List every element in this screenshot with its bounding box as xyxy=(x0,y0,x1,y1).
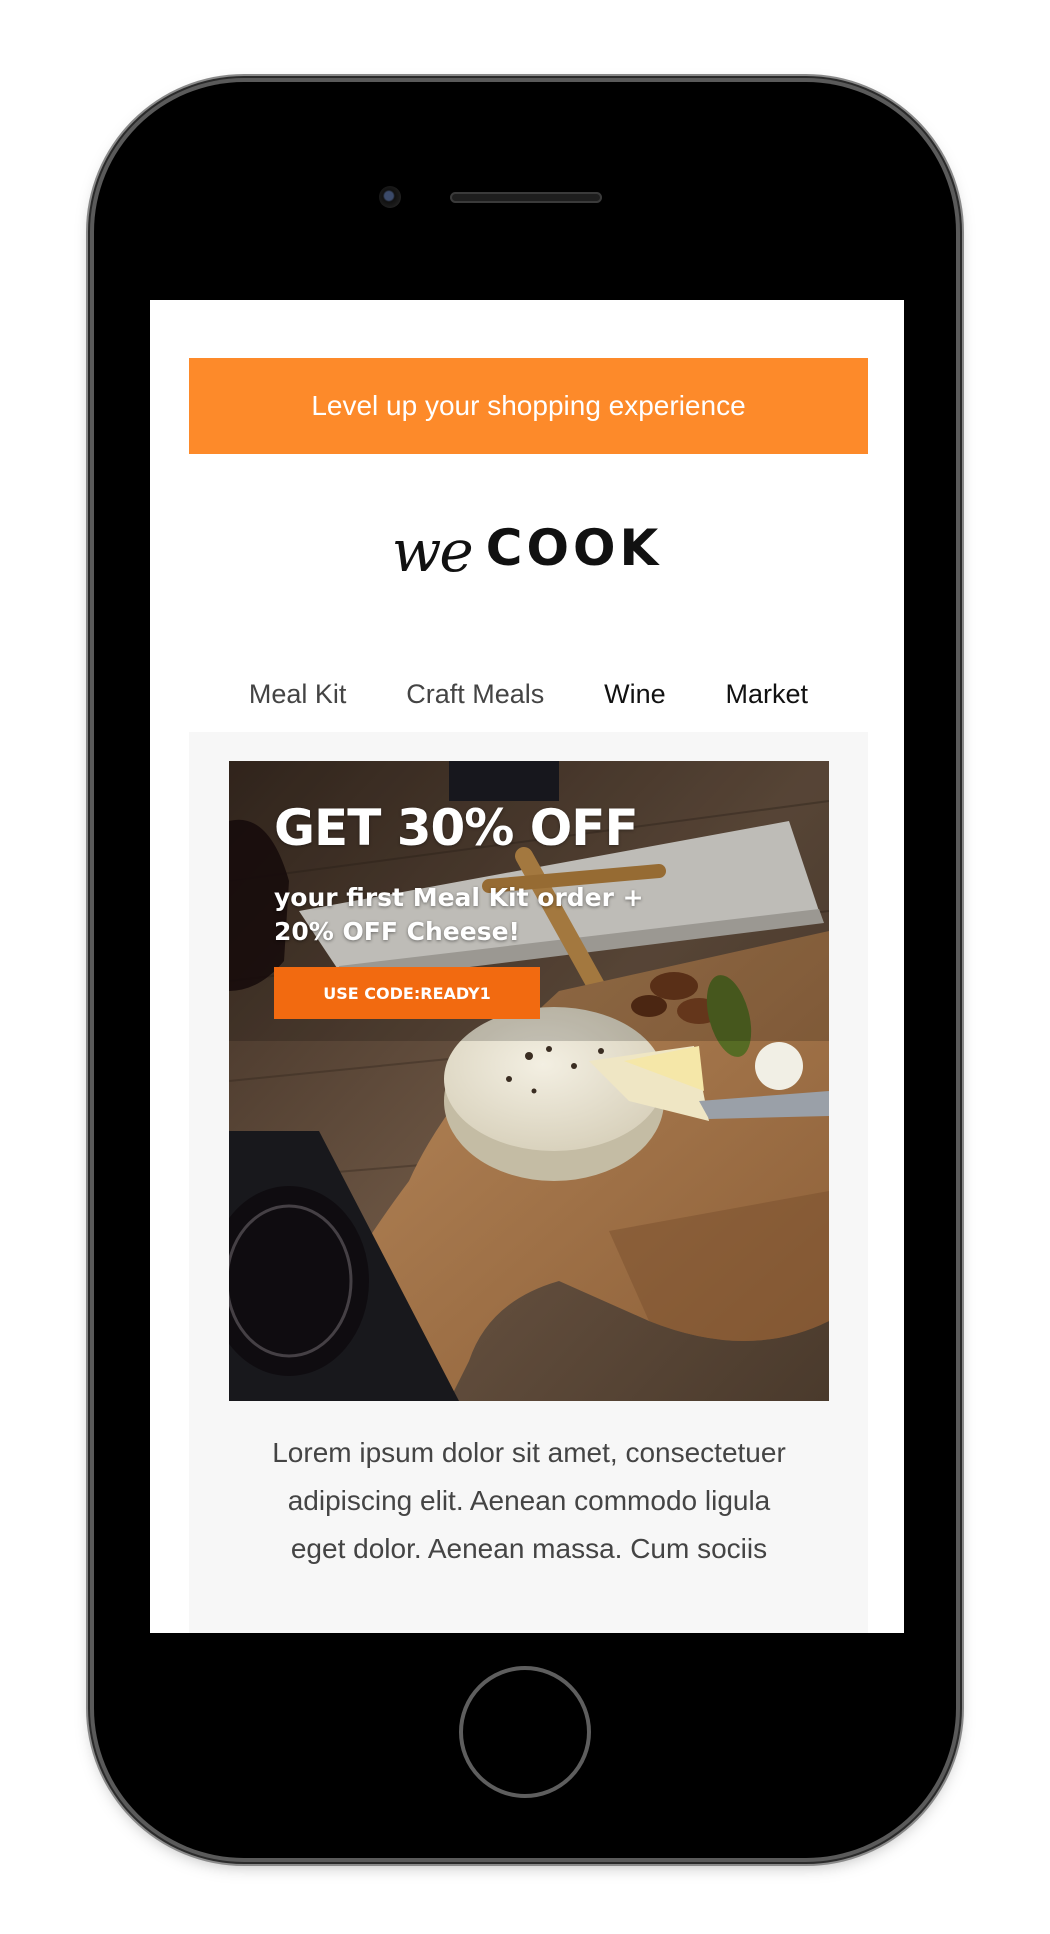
hero-subtext: your first Meal Kit order + 20% OFF Chee… xyxy=(274,883,644,946)
brand-logo[interactable]: we COOK xyxy=(150,508,904,588)
speaker-grille-icon xyxy=(450,192,602,203)
email-content: GET 30% OFF your first Meal Kit order + … xyxy=(189,732,868,1633)
main-nav: Meal Kit Craft Meals Wine Market xyxy=(189,670,868,718)
device-mockup: Level up your shopping experience we COO… xyxy=(0,0,1050,1934)
promo-code-button[interactable]: USE CODE:READY1 xyxy=(274,967,540,1019)
hero-banner[interactable]: GET 30% OFF your first Meal Kit order + … xyxy=(229,761,829,1401)
nav-item-market[interactable]: Market xyxy=(726,679,809,710)
home-button-icon xyxy=(459,1666,591,1798)
body-copy: Lorem ipsum dolor sit amet, consectetuer… xyxy=(272,1437,786,1564)
phone-screen: Level up your shopping experience we COO… xyxy=(150,300,904,1633)
nav-item-meal-kit[interactable]: Meal Kit xyxy=(249,679,347,710)
promo-banner[interactable]: Level up your shopping experience xyxy=(189,358,868,454)
logo-wordmark: COOK xyxy=(485,519,663,577)
front-camera-icon xyxy=(379,186,401,208)
nav-item-wine[interactable]: Wine xyxy=(604,679,666,710)
promo-banner-text: Level up your shopping experience xyxy=(311,390,746,421)
hero-headline: GET 30% OFF xyxy=(274,799,639,857)
logo-script-text: we xyxy=(391,517,474,585)
nav-item-craft-meals[interactable]: Craft Meals xyxy=(406,679,544,710)
hero-food-image xyxy=(229,761,829,1401)
